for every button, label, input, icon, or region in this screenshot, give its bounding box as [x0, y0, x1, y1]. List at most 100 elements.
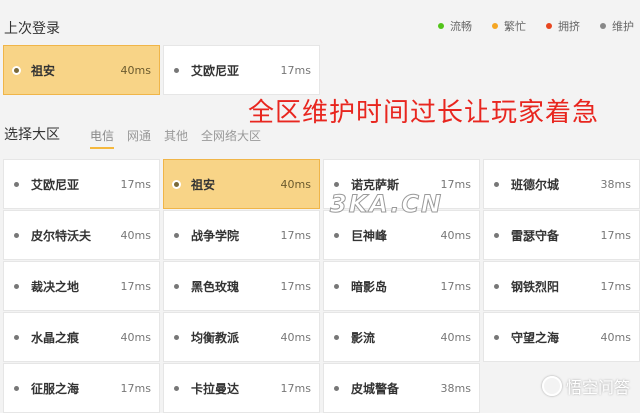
server-ping: 17ms	[280, 381, 311, 395]
server-ping: 17ms	[120, 381, 151, 395]
server-card[interactable]: 雷瑟守备 17ms	[483, 210, 640, 260]
server-name: 水晶之痕	[31, 330, 80, 345]
legend-item-smooth: 流畅	[438, 18, 472, 34]
server-name: 艾欧尼亚	[191, 63, 240, 78]
status-dot-icon	[14, 385, 19, 391]
select-region-title: 选择大区	[4, 127, 60, 143]
overlay-caption: 全区维护时间过长让玩家着急	[248, 98, 600, 128]
server-ping: 40ms	[120, 330, 151, 344]
status-dot-icon	[14, 232, 19, 238]
status-dot-icon	[494, 283, 499, 289]
status-dot-icon	[334, 334, 339, 340]
server-ping: 40ms	[440, 228, 471, 242]
server-name: 巨神峰	[351, 228, 388, 243]
server-name: 雷瑟守备	[511, 228, 560, 243]
server-name: 暗影岛	[351, 279, 388, 294]
legend-label: 拥挤	[558, 20, 580, 33]
region-tabs: 电信 网通 其他 全网络大区	[90, 127, 261, 149]
status-dot-icon	[174, 385, 179, 391]
brand-watermark: 悟空问答	[541, 374, 630, 398]
server-card[interactable]: 班德尔城 38ms	[483, 159, 640, 209]
status-dot-icon	[334, 385, 339, 391]
server-ping: 17ms	[120, 177, 151, 191]
server-card[interactable]: 水晶之痕 40ms	[3, 312, 160, 362]
server-ping: 17ms	[600, 228, 631, 242]
server-name: 均衡教派	[191, 330, 240, 345]
server-card[interactable]: 守望之海 40ms	[483, 312, 640, 362]
status-dot-icon	[494, 181, 499, 187]
status-dot-icon	[174, 67, 179, 73]
server-card[interactable]: 钢铁烈阳 17ms	[483, 261, 640, 311]
status-dot-icon	[494, 232, 499, 238]
tab-telecom[interactable]: 电信	[90, 127, 115, 149]
server-card[interactable]: 裁决之地 17ms	[3, 261, 160, 311]
tab-netcom[interactable]: 网通	[127, 127, 151, 148]
status-dot-icon	[546, 23, 552, 29]
watermark: 3KA.CN	[329, 190, 444, 219]
status-dot-icon	[174, 181, 179, 187]
server-name: 黑色玫瑰	[191, 279, 240, 294]
status-dot-icon	[334, 232, 339, 238]
legend-item-maintenance: 维护	[600, 18, 634, 34]
status-dot-icon	[14, 283, 19, 289]
server-name: 钢铁烈阳	[511, 279, 560, 294]
status-dot-icon	[438, 23, 444, 29]
server-ping: 40ms	[120, 228, 151, 242]
server-card[interactable]: 祖安 40ms	[163, 159, 320, 209]
server-name: 班德尔城	[511, 177, 560, 192]
server-ping: 17ms	[280, 63, 311, 77]
server-ping: 40ms	[120, 63, 151, 77]
server-name: 艾欧尼亚	[31, 177, 80, 192]
server-card[interactable]: 皮尔特沃夫 40ms	[3, 210, 160, 260]
tab-all-network[interactable]: 全网络大区	[201, 127, 261, 148]
server-name: 守望之海	[511, 330, 560, 345]
server-card[interactable]: 战争学院 17ms	[163, 210, 320, 260]
brand-name: 悟空问答	[565, 378, 630, 397]
server-ping: 40ms	[600, 330, 631, 344]
legend-item-crowded: 拥挤	[546, 18, 580, 34]
server-card[interactable]: 黑色玫瑰 17ms	[163, 261, 320, 311]
server-ping: 40ms	[280, 330, 311, 344]
status-dot-icon	[174, 232, 179, 238]
server-name: 皮尔特沃夫	[31, 228, 92, 243]
server-ping: 38ms	[440, 381, 471, 395]
last-login-server-card[interactable]: 祖安 40ms	[3, 45, 160, 95]
server-card[interactable]: 暗影岛 17ms	[323, 261, 480, 311]
legend-item-busy: 繁忙	[492, 18, 526, 34]
server-ping: 17ms	[600, 279, 631, 293]
status-legend: 流畅 繁忙 拥挤 维护	[438, 18, 634, 34]
status-dot-icon	[334, 181, 339, 187]
server-name: 卡拉曼达	[191, 381, 240, 396]
server-ping: 40ms	[280, 177, 311, 191]
status-dot-icon	[174, 334, 179, 340]
server-name: 皮城警备	[351, 381, 400, 396]
server-ping: 17ms	[440, 279, 471, 293]
brand-logo-icon	[541, 376, 562, 396]
server-name: 征服之海	[31, 381, 80, 396]
legend-label: 维护	[612, 20, 634, 33]
last-login-title: 上次登录	[4, 21, 60, 37]
status-dot-icon	[334, 283, 339, 289]
server-ping: 17ms	[120, 279, 151, 293]
last-login-server-card[interactable]: 艾欧尼亚 17ms	[163, 45, 320, 95]
status-dot-icon	[492, 23, 498, 29]
status-dot-icon	[600, 23, 606, 29]
server-card[interactable]: 影流 40ms	[323, 312, 480, 362]
legend-label: 流畅	[450, 20, 472, 33]
tab-other[interactable]: 其他	[164, 127, 188, 148]
server-name: 战争学院	[191, 228, 240, 243]
status-dot-icon	[174, 283, 179, 289]
status-dot-icon	[14, 334, 19, 340]
server-card[interactable]: 均衡教派 40ms	[163, 312, 320, 362]
legend-label: 繁忙	[504, 20, 526, 33]
server-ping: 17ms	[440, 177, 471, 191]
server-name: 祖安	[31, 63, 56, 78]
server-name: 影流	[351, 330, 376, 345]
status-dot-icon	[494, 334, 499, 340]
server-card[interactable]: 艾欧尼亚 17ms	[3, 159, 160, 209]
server-name: 裁决之地	[31, 279, 80, 294]
server-ping: 17ms	[280, 228, 311, 242]
server-ping: 40ms	[440, 330, 471, 344]
server-name: 祖安	[191, 177, 216, 192]
server-ping: 38ms	[600, 177, 631, 191]
